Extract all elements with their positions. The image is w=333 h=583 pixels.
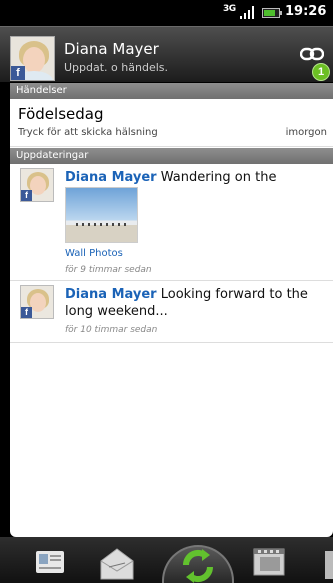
facebook-icon: f	[21, 190, 32, 201]
more-tab-edge-icon	[325, 551, 333, 579]
events-section-header: Händelser	[10, 83, 333, 99]
post-time: för 9 timmar sedan	[65, 265, 152, 275]
update-item[interactable]: f Diana Mayer Wandering on the beach... …	[10, 164, 333, 281]
tab-gallery[interactable]	[250, 541, 290, 583]
link-button[interactable]: 1	[294, 39, 330, 81]
tab-more[interactable]	[322, 541, 333, 583]
facebook-icon: f	[11, 66, 25, 80]
author-avatar[interactable]: f	[20, 168, 54, 202]
updates-section-header: Uppdateringar	[10, 148, 333, 164]
contact-subtitle: Uppdat. o händels.	[64, 61, 168, 74]
updates-icon	[182, 549, 214, 583]
tab-details[interactable]	[30, 541, 70, 583]
messages-icon	[100, 548, 134, 580]
contact-header[interactable]: f Diana Mayer Uppdat. o händels. 1	[0, 26, 333, 82]
unread-count-badge: 1	[312, 63, 330, 81]
tab-messages[interactable]	[95, 541, 139, 583]
birthday-event[interactable]: Födelsedag Tryck för att skicka hälsning…	[10, 99, 333, 147]
update-item[interactable]: f Diana Mayer Looking forward to the lon…	[10, 281, 333, 343]
clock: 19:26	[285, 4, 327, 19]
event-title: Födelsedag	[18, 105, 104, 123]
battery-icon	[262, 8, 282, 18]
post-author[interactable]: Diana Mayer	[65, 287, 157, 302]
beach-photo[interactable]	[65, 187, 138, 243]
gallery-icon	[253, 548, 285, 576]
event-date: imorgon	[285, 127, 327, 138]
status-bar: 3G 19:26	[0, 0, 333, 26]
contact-name: Diana Mayer	[64, 40, 159, 58]
link-icon	[300, 47, 324, 61]
author-avatar[interactable]: f	[20, 285, 54, 319]
post-time: för 10 timmar sedan	[65, 325, 158, 335]
event-subtitle: Tryck för att skicka hälsning	[18, 127, 158, 138]
facebook-icon: f	[21, 307, 32, 318]
post-text: Diana Mayer Looking forward to the long …	[65, 286, 327, 320]
tab-updates[interactable]	[162, 541, 234, 583]
signal-icon	[240, 6, 254, 19]
network-type: 3G	[223, 4, 236, 14]
content-panel: Händelser Födelsedag Tryck för att skick…	[10, 83, 333, 537]
contact-details-icon	[36, 551, 64, 573]
album-link[interactable]: Wall Photos	[65, 248, 123, 259]
bottom-tab-bar	[0, 537, 333, 583]
post-author[interactable]: Diana Mayer	[65, 170, 157, 185]
contact-avatar[interactable]: f	[10, 36, 55, 81]
